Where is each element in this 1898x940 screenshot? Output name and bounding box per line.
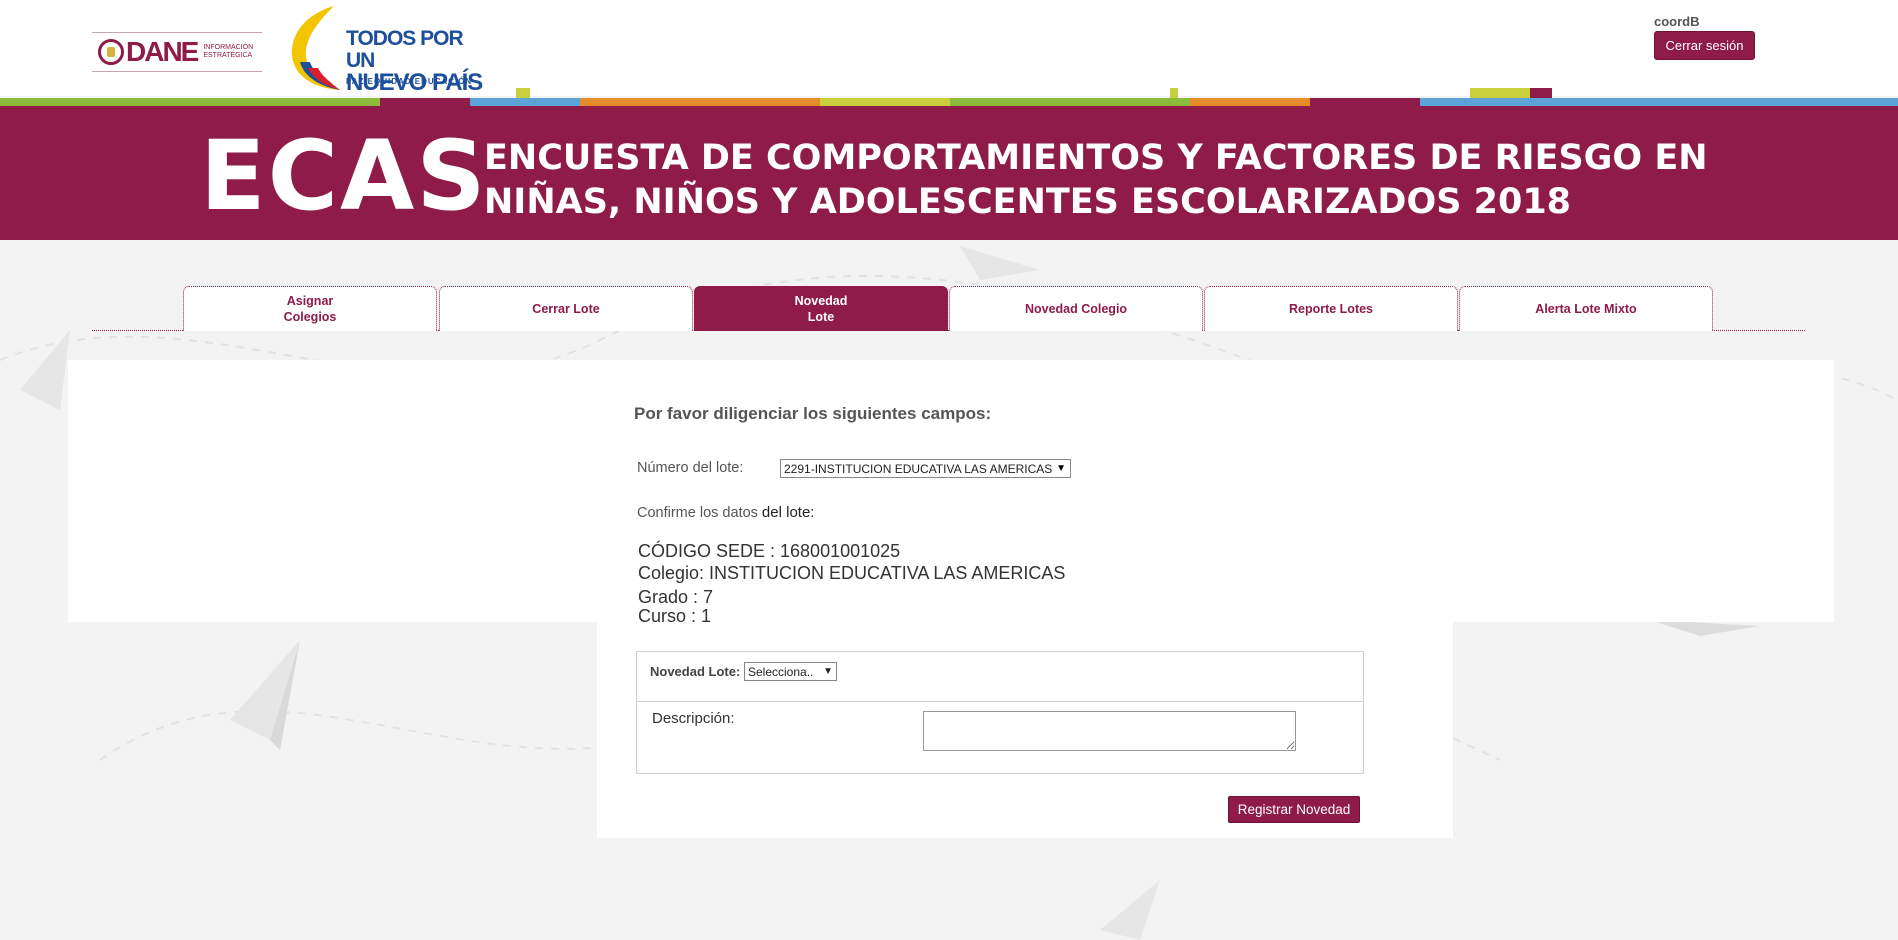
descripcion-label: Descripción: [652,710,735,727]
tab-label: Cerrar Lote [532,302,600,316]
ecas-banner: ECAS ENCUESTA DE COMPORTAMIENTOS Y FACTO… [0,106,1898,240]
tab-label: Asignar Colegios [283,294,337,324]
dane-subtitle-line1: INFORMACIÓN [203,44,254,51]
confirm-suffix: del lote: [761,504,815,521]
confirm-data-label: Confirme los datos del lote: [637,504,814,521]
todos-por-un-nuevo-pais-logo: TODOS POR UN NUEVO PAÍS PAZ EQUIDAD EDUC… [286,4,486,95]
banner-acronym: ECAS [200,120,488,232]
tab-alerta-lote-mixto[interactable]: Alerta Lote Mixto [1459,286,1713,331]
tab-cerrar-lote[interactable]: Cerrar Lote [439,286,693,331]
username-label: coordB [1654,14,1700,29]
descripcion-textarea[interactable] [923,711,1296,751]
tab-reporte-lotes[interactable]: Reporte Lotes [1204,286,1458,331]
banner-title-line2: NIÑAS, NIÑOS Y ADOLESCENTES ESCOLARIZADO… [484,182,1572,222]
dane-subtitle-line2: ESTRATÉGICA [203,52,253,59]
novedad-lote-select[interactable]: Selecciona.. ▼ [744,662,837,681]
dane-logo-word: DANE [126,36,199,67]
curso-value: Curso : 1 [638,606,712,626]
lote-selected-value: 2291-INSTITUCION EDUCATIVA LAS AMERICAS [784,461,1053,476]
codigo-sede: CÓDIGO SEDE : 168001001025 [638,541,901,561]
dane-logo-subtitle: INFORMACIÓN ESTRATÉGICA [203,44,253,60]
tab-novedad-lote[interactable]: Novedad Lote [694,286,948,331]
register-novedad-button[interactable]: Registrar Novedad [1228,796,1360,823]
tab-novedad-colegio[interactable]: Novedad Colegio [949,286,1203,331]
dane-logo: DANE INFORMACIÓN ESTRATÉGICA [92,32,262,72]
novedad-form-box: Novedad Lote: Selecciona.. ▼ Descripción… [636,651,1364,774]
novedad-selected-value: Selecciona.. [748,664,814,679]
banner-title: ENCUESTA DE COMPORTAMIENTOS Y FACTORES D… [484,136,1708,224]
tab-asignar-colegios[interactable]: Asignar Colegios [183,286,437,331]
banner-title-line1: ENCUESTA DE COMPORTAMIENTOS Y FACTORES D… [484,138,1708,178]
form-divider [637,701,1363,702]
top-header: DANE INFORMACIÓN ESTRATÉGICA TODOS POR U… [0,0,1898,96]
dane-seal-icon [98,39,124,65]
chevron-down-icon: ▼ [823,666,833,677]
tab-label: Novedad Colegio [1024,302,1128,316]
tpn-slogan: PAZ EQUIDAD EDUCACIÓN [346,77,473,86]
colombia-swoosh-icon [291,6,340,90]
chevron-down-icon: ▼ [1056,463,1066,474]
tpn-line1: TODOS POR UN [346,27,464,72]
tab-label: Reporte Lotes [1288,302,1374,316]
colegio-name: Colegio: INSTITUCION EDUCATIVA LAS AMERI… [638,563,1066,583]
form-heading: Por favor diligenciar los siguientes cam… [634,404,992,423]
logout-button[interactable]: Cerrar sesión [1654,31,1755,60]
confirm-prefix: Confirme los datos [637,505,758,521]
lote-number-select[interactable]: 2291-INSTITUCION EDUCATIVA LAS AMERICAS … [780,459,1071,478]
novedad-lote-label: Novedad Lote: [650,664,741,679]
tab-label: Alerta Lote Mixto [1535,302,1637,316]
lote-info-block: CÓDIGO SEDE : 168001001025 Colegio: INST… [638,540,1065,627]
lote-number-label: Número del lote: [637,460,744,476]
tab-label: Novedad Lote [794,293,848,324]
